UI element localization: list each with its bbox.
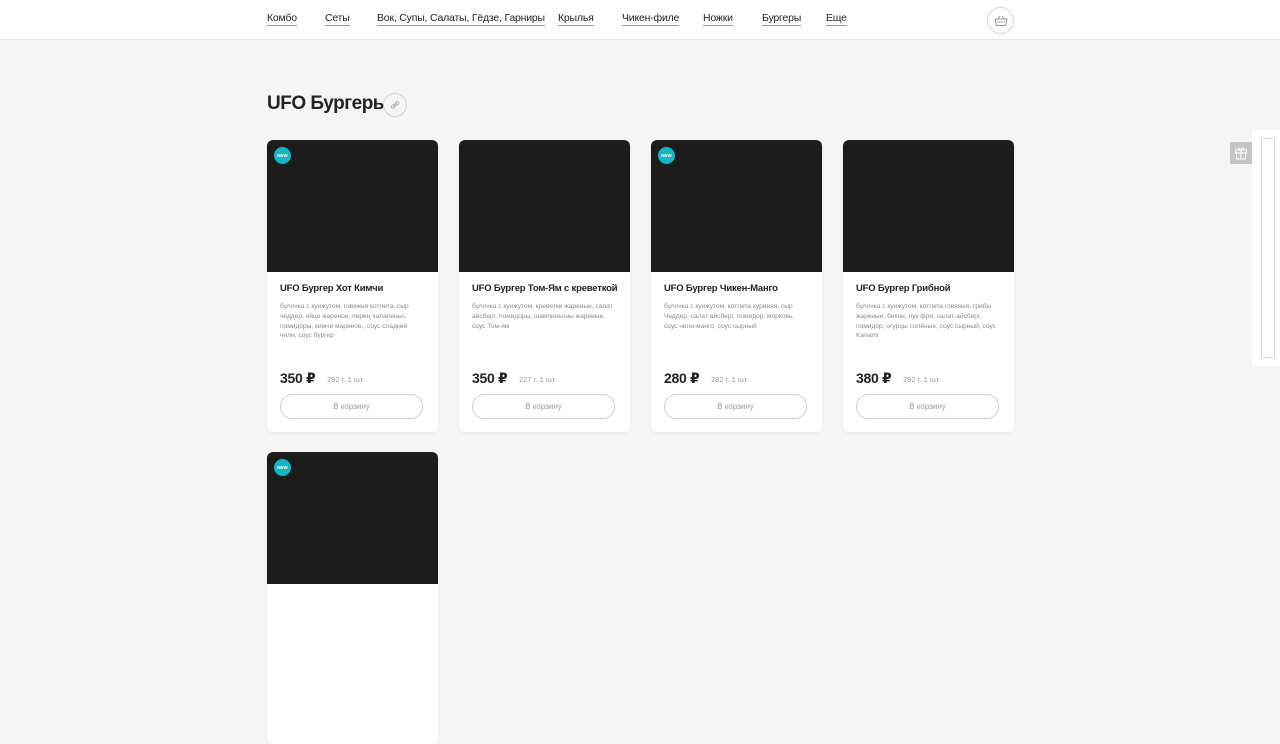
add-to-cart-button[interactable]: В корзину	[856, 394, 999, 419]
nav-item-combo[interactable]: Комбо	[267, 12, 297, 26]
nav-item-wings[interactable]: Крылья	[558, 12, 594, 26]
add-to-cart-button[interactable]: В корзину	[280, 394, 423, 419]
nav-item-burgers[interactable]: Бургеры	[762, 12, 801, 26]
product-weight: 292 г. 1 шт.	[903, 375, 941, 384]
gift-button[interactable]	[1230, 142, 1252, 164]
new-badge: NEW	[274, 459, 291, 476]
product-title[interactable]: UFO Бургер Хот Кимчи	[280, 283, 430, 294]
section-title: UFO Бургеры	[267, 93, 389, 114]
product-description: булочка с кунжутом, говяжья котлета, сыр…	[280, 303, 409, 340]
product-description: булочка с кунжутом, котлета говяжья, гри…	[856, 303, 996, 340]
add-to-cart-button[interactable]: В корзину	[664, 394, 807, 419]
gift-icon	[1235, 147, 1247, 160]
product-card[interactable]: NEW UFO Бургер Чикен-Манго булочка с кун…	[651, 140, 822, 432]
nav-item-legs[interactable]: Ножки	[703, 12, 733, 26]
product-price: 350 ₽	[472, 370, 508, 386]
product-title[interactable]: UFO Бургер Чикен-Манго	[664, 283, 814, 294]
nav-item-more[interactable]: Еще	[826, 12, 847, 26]
product-weight: 282 г. 1 шт.	[711, 375, 749, 384]
copy-link-button[interactable]	[383, 93, 407, 117]
nav-item-wok[interactable]: Вок, Супы, Салаты, Гёдзе, Гарниры	[377, 12, 545, 26]
product-description: булочка с кунжутом, котлета куриная, сыр…	[664, 303, 795, 330]
add-to-cart-button[interactable]: В корзину	[472, 394, 615, 419]
new-badge: NEW	[658, 147, 675, 164]
nav-item-chicken[interactable]: Чикен-филе	[622, 12, 679, 26]
product-image[interactable]	[651, 140, 822, 272]
side-scrollbar[interactable]	[1261, 138, 1275, 358]
product-image[interactable]	[267, 140, 438, 272]
basket-icon	[993, 15, 1008, 26]
cart-button[interactable]	[987, 7, 1014, 34]
product-image[interactable]	[843, 140, 1014, 272]
product-card[interactable]: NEW UFO Бургер Хот Кимчи булочка с кунжу…	[267, 140, 438, 432]
product-image[interactable]	[459, 140, 630, 272]
product-price: 350 ₽	[280, 370, 316, 386]
top-navigation: Комбо Сеты Вок, Супы, Салаты, Гёдзе, Гар…	[0, 0, 1280, 40]
product-price: 380 ₽	[856, 370, 892, 386]
product-title[interactable]: UFO Бургер Том-Ям с креветкой	[472, 283, 622, 294]
link-icon	[390, 101, 400, 109]
product-price: 280 ₽	[664, 370, 700, 386]
product-card[interactable]: UFO Бургер Том-Ям с креветкой булочка с …	[459, 140, 630, 432]
new-badge: NEW	[274, 147, 291, 164]
product-image[interactable]	[267, 452, 438, 584]
product-description: булочка с кунжутом, креветки жареные, са…	[472, 303, 613, 330]
nav-item-sets[interactable]: Сеты	[325, 12, 350, 26]
product-title[interactable]: UFO Бургер Грибной	[856, 283, 1006, 294]
product-weight: 292 г. 1 шт.	[327, 375, 365, 384]
product-card[interactable]: UFO Бургер Грибной булочка с кунжутом, к…	[843, 140, 1014, 432]
product-weight: 227 г. 1 шт.	[519, 375, 557, 384]
product-card[interactable]: NEW	[267, 452, 438, 744]
